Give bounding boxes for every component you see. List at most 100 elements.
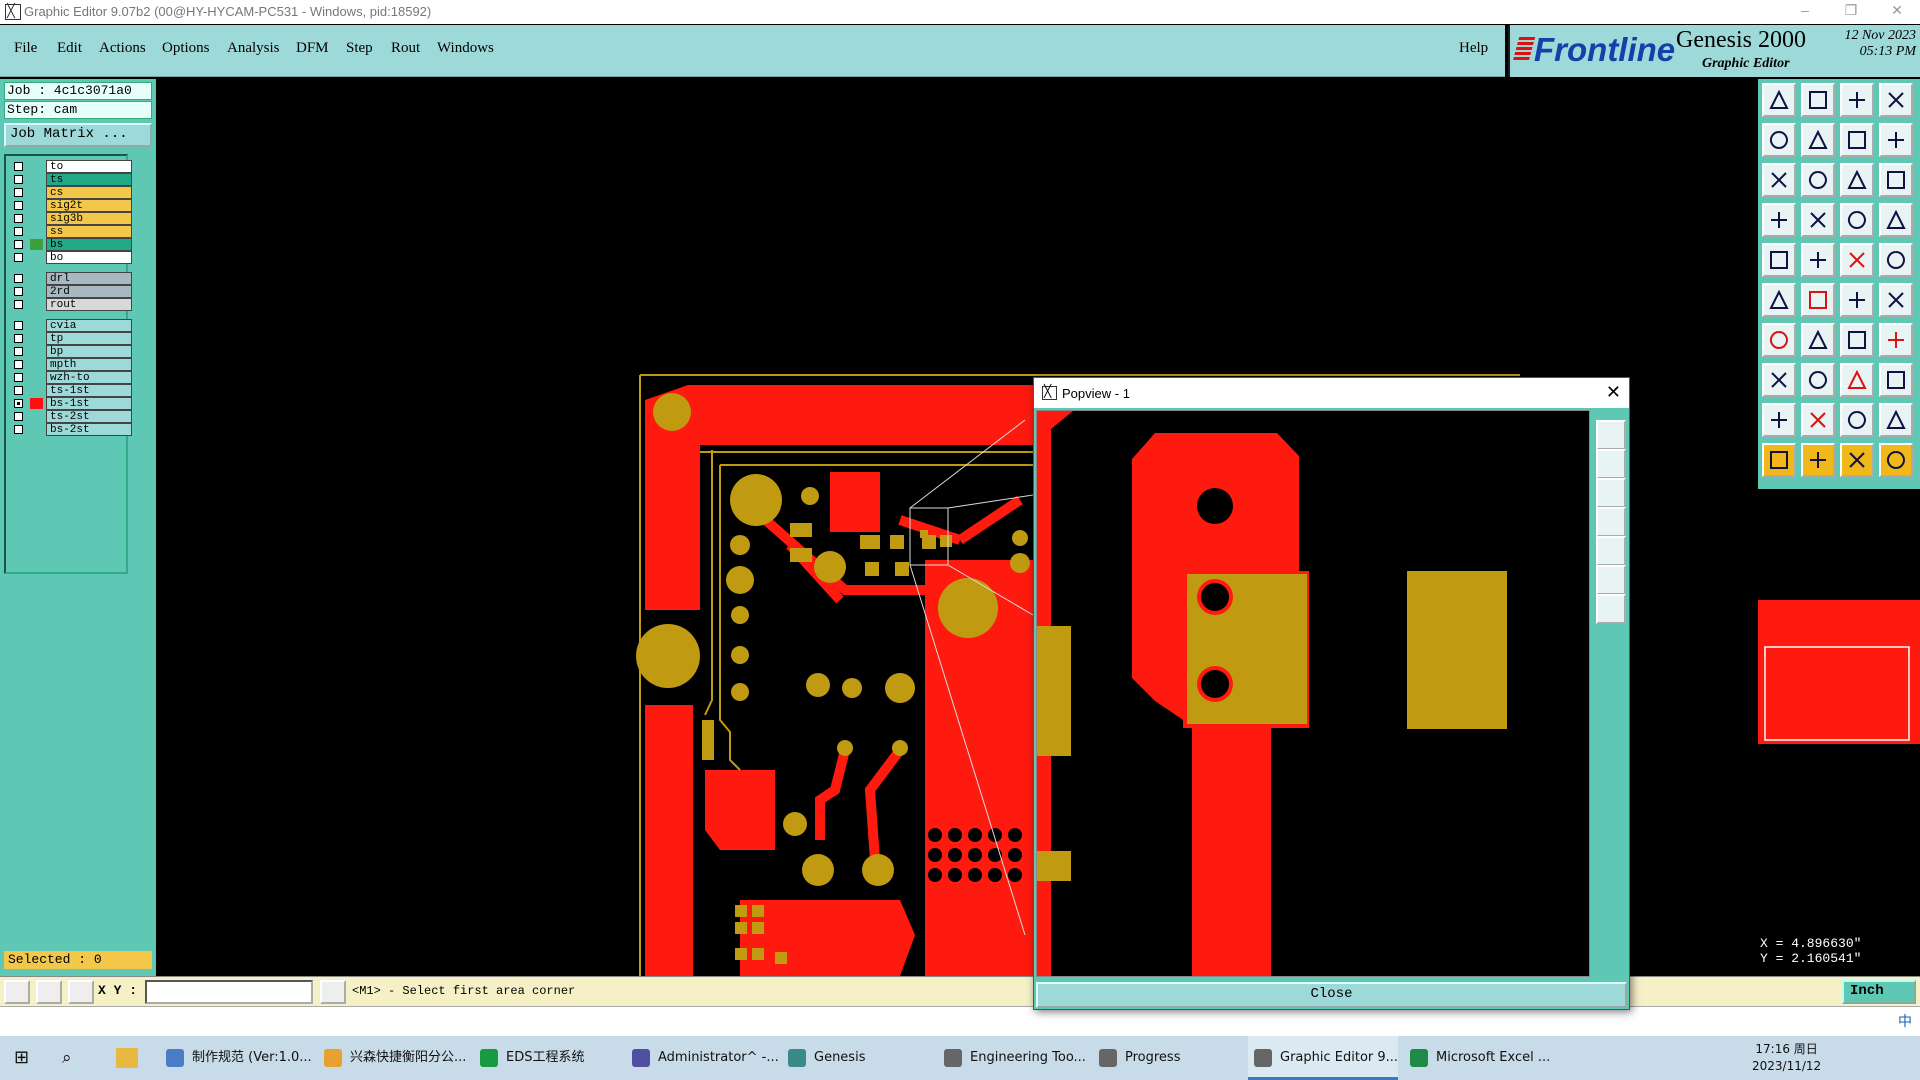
taskbar-item[interactable]: EDS工程系统 (474, 1036, 624, 1080)
layer-row-bs-2st[interactable]: bs-2st (10, 423, 132, 436)
layer-display-swatch[interactable] (30, 174, 43, 185)
split-view-icon[interactable] (1879, 83, 1913, 117)
clear-icon[interactable] (1801, 243, 1835, 277)
layer-row-rout[interactable]: rout (10, 298, 132, 311)
pointer-plus-icon[interactable] (1801, 443, 1835, 477)
layer-display-swatch[interactable] (30, 187, 43, 198)
layer-checkbox[interactable] (14, 334, 23, 343)
layer-row-bo[interactable]: bo (10, 251, 132, 264)
cross-icon[interactable] (1801, 283, 1835, 317)
layer-display-swatch[interactable] (30, 359, 43, 370)
maximize-button[interactable]: ❐ (1836, 2, 1866, 19)
one-to-one-icon[interactable] (1840, 163, 1874, 197)
layer-name[interactable]: bs-1st (46, 397, 132, 410)
layer-name[interactable]: bs-2st (46, 423, 132, 436)
layer-row-wzh-to[interactable]: wzh-to (10, 371, 132, 384)
layer-checkbox[interactable] (14, 240, 23, 249)
node-icon[interactable] (1762, 283, 1796, 317)
import-icon[interactable] (1762, 83, 1796, 117)
layer-name[interactable]: bo (46, 251, 132, 264)
pv-fit-icon[interactable] (1596, 565, 1626, 595)
close-window-button[interactable]: ✕ (1882, 2, 1912, 19)
layer-display-swatch[interactable] (30, 200, 43, 211)
layer-display-swatch[interactable] (30, 273, 43, 284)
layer-name[interactable]: wzh-to (46, 371, 132, 384)
line-icon[interactable] (1801, 323, 1835, 357)
layer-row-sig3b[interactable]: sig3b (10, 212, 132, 225)
shape-icon[interactable] (1879, 363, 1913, 397)
angle-icon[interactable] (1762, 323, 1796, 357)
pv-left-icon[interactable] (1596, 507, 1626, 537)
layer-row-drl[interactable]: drl (10, 272, 132, 285)
layer-a-icon[interactable] (1840, 203, 1874, 237)
layer-name[interactable]: drl (46, 272, 132, 285)
taskbar-item[interactable]: Administrator^ -... (626, 1036, 779, 1080)
layer-display-swatch[interactable] (30, 286, 43, 297)
minus-icon[interactable] (1801, 363, 1835, 397)
layer-checkbox[interactable] (14, 347, 23, 356)
layer-display-swatch[interactable] (30, 424, 43, 435)
layer-name[interactable]: bp (46, 345, 132, 358)
taskbar-item[interactable]: Microsoft Excel ... (1404, 1036, 1554, 1080)
pointer-select-icon[interactable] (1840, 443, 1874, 477)
menu-analysis[interactable]: Analysis (227, 40, 280, 57)
measure-mode-icon[interactable] (36, 980, 62, 1004)
circle-icon[interactable] (1879, 243, 1913, 277)
layer-row-mpth[interactable]: mpth (10, 358, 132, 371)
dimension-icon[interactable] (1840, 363, 1874, 397)
layer-name[interactable]: ts-1st (46, 384, 132, 397)
zoom-sheet-icon[interactable] (1879, 123, 1913, 157)
layer-checkbox[interactable] (14, 300, 23, 309)
menu-options[interactable]: Options (162, 40, 210, 57)
pointer-move-icon[interactable] (1879, 443, 1913, 477)
layer-display-swatch[interactable] (30, 411, 43, 422)
zoom-center-icon[interactable] (1801, 163, 1835, 197)
layer-row-bs-1st[interactable]: bs-1st (10, 397, 132, 410)
connect-icon[interactable] (1840, 283, 1874, 317)
popview-canvas[interactable] (1036, 410, 1590, 977)
layer-name[interactable]: cvia (46, 319, 132, 332)
layer-checkbox[interactable] (14, 373, 23, 382)
triangle-d-icon[interactable] (1879, 403, 1913, 437)
export-icon[interactable] (1801, 83, 1835, 117)
layer-display-swatch[interactable] (30, 299, 43, 310)
layer-display-swatch[interactable] (30, 239, 43, 250)
layer-row-cs[interactable]: cs (10, 186, 132, 199)
taskbar-item[interactable]: 兴森快捷衡阳分公... (318, 1036, 468, 1080)
route-icon[interactable] (1879, 323, 1913, 357)
taskbar-item[interactable]: Engineering Too... (938, 1036, 1088, 1080)
pv-down-icon[interactable] (1596, 478, 1626, 508)
layer-row-cvia[interactable]: cvia (10, 319, 132, 332)
pv-center-icon[interactable] (1596, 594, 1626, 624)
layer-row-bs[interactable]: bs (10, 238, 132, 251)
layer-display-swatch[interactable] (30, 213, 43, 224)
layer-display-swatch[interactable] (30, 226, 43, 237)
layer-name[interactable]: rout (46, 298, 132, 311)
layer-checkbox[interactable] (14, 386, 23, 395)
layer-display-swatch[interactable] (30, 161, 43, 172)
layer-checkbox[interactable] (14, 425, 23, 434)
layer-name[interactable]: 2rd (46, 285, 132, 298)
search-icon[interactable]: ⌕ (62, 1047, 72, 1069)
layer-checkbox[interactable] (14, 253, 23, 262)
taskbar-item[interactable]: Progress (1093, 1036, 1243, 1080)
layer-checkbox[interactable] (14, 412, 23, 421)
layer-row-bp[interactable]: bp (10, 345, 132, 358)
minimize-button[interactable]: – (1790, 2, 1820, 18)
job-matrix-button[interactable]: Job Matrix ... (4, 123, 152, 147)
layer-row-sig2t[interactable]: sig2t (10, 199, 132, 212)
popview-close-icon[interactable]: ✕ (1606, 382, 1621, 403)
layer-name[interactable]: tp (46, 332, 132, 345)
layer-row-to[interactable]: to (10, 160, 132, 173)
menu-dfm[interactable]: DFM (296, 40, 329, 57)
windows-start-icon[interactable]: ⊞ (14, 1047, 29, 1069)
layer-display-swatch[interactable] (30, 398, 43, 409)
layer-row-tp[interactable]: tp (10, 332, 132, 345)
pan-right-icon[interactable] (1801, 123, 1835, 157)
taskbar-item[interactable]: Graphic Editor 9... (1248, 1036, 1398, 1080)
layer-name[interactable]: ts (46, 173, 132, 186)
menu-rout[interactable]: Rout (391, 40, 420, 57)
layer-checkbox[interactable] (14, 214, 23, 223)
layer-checkbox[interactable] (14, 227, 23, 236)
layer-checkbox[interactable] (14, 201, 23, 210)
